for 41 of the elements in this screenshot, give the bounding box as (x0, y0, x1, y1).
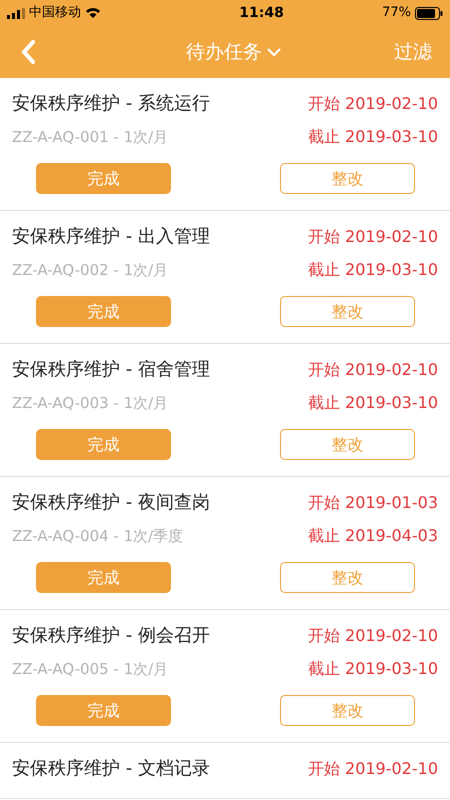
battery-icon (414, 6, 443, 20)
due-date: 截止 2019-03-10 (308, 126, 438, 148)
start-date: 开始 2019-02-10 (308, 92, 438, 114)
chevron-down-icon (266, 47, 282, 57)
rectify-button[interactable]: 整改 (280, 163, 415, 194)
clock-text: 11:48 (239, 4, 284, 22)
rectify-button[interactable]: 整改 (280, 562, 415, 593)
carrier-text: 中国移动 (29, 4, 81, 22)
due-date: 截止 2019-03-10 (308, 259, 438, 281)
wifi-icon (85, 7, 101, 19)
complete-button[interactable]: 完成 (36, 695, 171, 726)
task-title: 安保秩序维护 - 出入管理 (12, 225, 210, 249)
complete-button[interactable]: 完成 (36, 562, 171, 593)
task-title: 安保秩序维护 - 文档记录 (12, 757, 210, 781)
due-date: 截止 2019-03-10 (308, 658, 438, 680)
task-title: 安保秩序维护 - 夜间查岗 (12, 491, 210, 515)
filter-button[interactable]: 过滤 (394, 38, 432, 66)
task-code: ZZ-A-AQ-001 - 1次/月 (12, 126, 168, 148)
task-title: 安保秩序维护 - 系统运行 (12, 92, 210, 116)
title-dropdown[interactable]: 待办任务 (186, 38, 282, 66)
signal-icon (7, 8, 25, 18)
start-date: 开始 2019-01-03 (308, 492, 438, 514)
rectify-button[interactable]: 整改 (280, 429, 415, 460)
task-code: ZZ-A-AQ-004 - 1次/季度 (12, 526, 184, 547)
rectify-button[interactable]: 整改 (280, 695, 415, 726)
start-date: 开始 2019-02-10 (308, 226, 438, 248)
task-code: ZZ-A-AQ-003 - 1次/月 (12, 392, 168, 414)
complete-button[interactable]: 完成 (36, 163, 171, 194)
complete-button[interactable]: 完成 (36, 296, 171, 327)
due-date: 截止 2019-03-10 (308, 392, 438, 414)
rectify-button[interactable]: 整改 (280, 296, 415, 327)
start-date: 开始 2019-02-10 (308, 358, 438, 380)
task-code: ZZ-A-AQ-002 - 1次/月 (12, 260, 168, 281)
battery-percent: 77% (382, 4, 411, 22)
task-title: 安保秩序维护 - 例会召开 (12, 624, 210, 648)
task-title: 安保秩序维护 - 宿舍管理 (12, 358, 210, 382)
task-code: ZZ-A-AQ-005 - 1次/月 (12, 658, 168, 680)
complete-button[interactable]: 完成 (36, 429, 171, 460)
due-date: 截止 2019-04-03 (308, 525, 438, 547)
start-date: 开始 2019-02-10 (308, 624, 438, 646)
start-date: 开始 2019-02-10 (308, 758, 438, 780)
